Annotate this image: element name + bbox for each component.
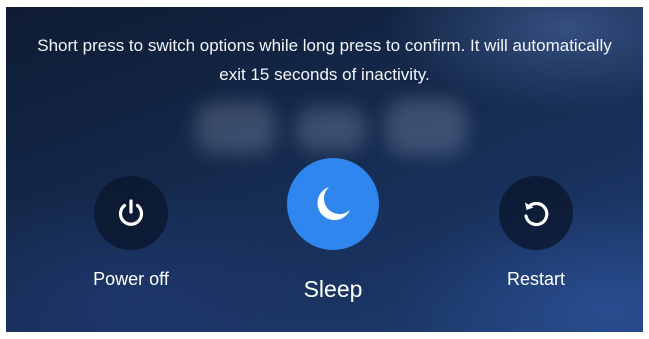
restart-icon	[524, 201, 549, 227]
moon-icon	[317, 187, 350, 221]
power-off-button[interactable]	[94, 176, 168, 250]
sleep-button[interactable]	[287, 158, 379, 250]
restart-label: Restart	[506, 269, 566, 289]
blurred-background-content	[196, 102, 276, 154]
blurred-background-content	[296, 107, 366, 151]
sleep-option[interactable]: Sleep	[283, 158, 383, 303]
restart-button[interactable]	[499, 176, 573, 250]
instruction-text: Short press to switch options while long…	[37, 36, 612, 84]
power-off-label: Power off	[93, 269, 169, 289]
power-off-option[interactable]: Power off	[81, 176, 181, 290]
restart-option[interactable]: Restart	[486, 176, 586, 290]
power-menu-screen: Short press to switch options while long…	[6, 7, 643, 332]
blurred-background-content	[386, 99, 466, 155]
power-icon	[118, 199, 144, 226]
sleep-label: Sleep	[303, 276, 363, 302]
